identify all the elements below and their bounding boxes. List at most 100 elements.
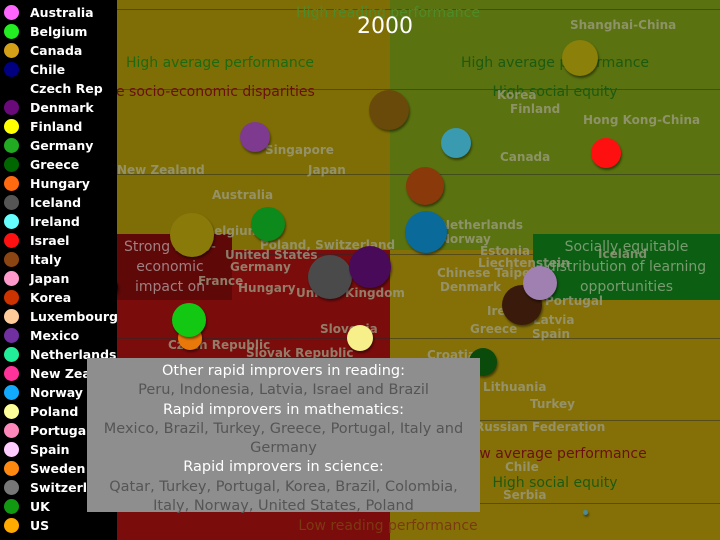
tl-performance-label: High average performance [125,55,315,71]
legend-item[interactable]: Ireland [4,212,80,231]
legend-item[interactable]: Sweden [4,459,85,478]
country-label: Singapore [265,143,334,157]
legend-label: Israel [30,233,70,248]
country-bubble [308,255,352,299]
legend-label: Luxembourg [30,309,118,324]
note-reading-heading: Other rapid improvers in reading: [162,363,405,379]
strong-impact-line: Strong socio-economic [124,239,216,275]
legend-color-dot [4,138,19,153]
country-label: Germany [230,260,291,274]
note-science-list: Qatar, Turkey, Portugal, Korea, Brazil, … [109,478,458,515]
legend-color-dot [4,366,19,381]
country-bubble [406,167,444,205]
country-bubble [172,303,206,337]
country-bubble [441,128,471,158]
legend-item[interactable]: Luxembourg [4,307,118,326]
legend-color-dot [4,347,19,362]
country-label: Shanghai-China [570,18,677,32]
legend-label: UK [30,499,50,514]
legend-item[interactable]: Czech Rep [4,79,103,98]
legend-item[interactable]: Australia [4,3,94,22]
legend-color-dot [4,252,19,267]
legend-item[interactable]: Italy [4,250,62,269]
country-bubble [170,213,214,257]
legend-color-dot [4,423,19,438]
legend-item[interactable]: Germany [4,136,93,155]
legend-item[interactable]: Poland [4,402,78,421]
country-label: Turkey [530,397,575,411]
country-label: Finland [510,102,561,116]
legend-item[interactable]: Norway [4,383,83,402]
legend-item[interactable]: Finland [4,117,82,136]
country-label: Greece [470,322,518,336]
legend-label: Ireland [30,214,80,229]
country-label: New Zealand [117,163,205,177]
legend-label: Finland [30,119,83,134]
legend-color-dot [4,43,19,58]
legend-color-dot [4,119,19,134]
legend-item[interactable]: US [4,516,49,535]
legend-color-dot [4,233,19,248]
country-bubble [562,40,598,76]
strong-impact-box: Strong socio-economic impact on performa… [108,234,232,300]
legend-item[interactable]: Mexico [4,326,79,345]
legend-color-dot [4,271,19,286]
legend-label: Korea [30,290,72,305]
legend-color-dot [4,5,19,20]
legend-item[interactable]: Denmark [4,98,94,117]
legend-color-dot [4,176,19,191]
legend-item[interactable]: Spain [4,440,70,459]
country-label: Chinese Taipei [437,266,535,280]
legend-color-dot [4,195,19,210]
legend-label: Germany [30,138,94,153]
legend-label: Australia [30,5,94,20]
legend-label: Iceland [30,195,82,210]
legend-item[interactable]: Israel [4,231,69,250]
legend-item[interactable]: Portugal [4,421,90,440]
legend-color-dot [4,499,19,514]
country-label: Hungary [238,281,296,295]
year-label: 2000 [357,14,413,39]
legend-color-dot [4,24,19,39]
legend-item[interactable]: Chile [4,60,65,79]
legend-item[interactable]: UK [4,497,50,516]
legend-label: Sweden [30,461,86,476]
note-math-list: Mexico, Brazil, Turkey, Greece, Portugal… [103,420,464,457]
legend-item[interactable]: Hungary [4,174,90,193]
legend-label: US [30,518,50,533]
tr-performance-label: High average performance [460,55,650,71]
legend-label: Italy [30,252,62,267]
note-science-heading: Rapid improvers in science: [183,459,384,476]
legend-label: Belgium [30,24,88,39]
legend-label: Hungary [30,176,90,191]
country-label: Iceland [598,247,648,261]
br-performance-label: Low average performance [463,446,647,462]
country-label: Australia [212,188,274,202]
note-math-heading: Rapid improvers in mathematics: [163,401,404,418]
country-label: Portugal [545,294,604,308]
legend-item[interactable]: Korea [4,288,71,307]
legend-label: Chile [30,62,66,77]
legend-label: Denmark [30,100,94,115]
legend-item[interactable]: Belgium [4,22,87,41]
country-label: Russian Federation [475,420,606,434]
country-bubble [582,509,588,515]
legend-item[interactable]: Greece [4,155,79,174]
country-bubble [369,90,409,130]
legend-item[interactable]: Iceland [4,193,81,212]
legend-color-dot [4,518,19,533]
legend-item[interactable]: Japan [4,269,69,288]
country-label: Lithuania [483,380,547,394]
country-label: France [198,274,244,288]
country-label: Chile [505,460,539,474]
country-label: Serbia [503,488,547,502]
legend-item[interactable]: Canada [4,41,82,60]
legend-color-dot [4,309,19,324]
legend-label: Czech Rep [30,81,103,96]
legend-label: Greece [30,157,80,172]
country-bubble [347,325,373,351]
legend-color-dot [4,480,19,495]
legend-label: Norway [30,385,83,400]
note-reading-list: Peru, Indonesia, Latvia, Israel and Braz… [138,382,429,399]
country-bubble [349,246,391,288]
